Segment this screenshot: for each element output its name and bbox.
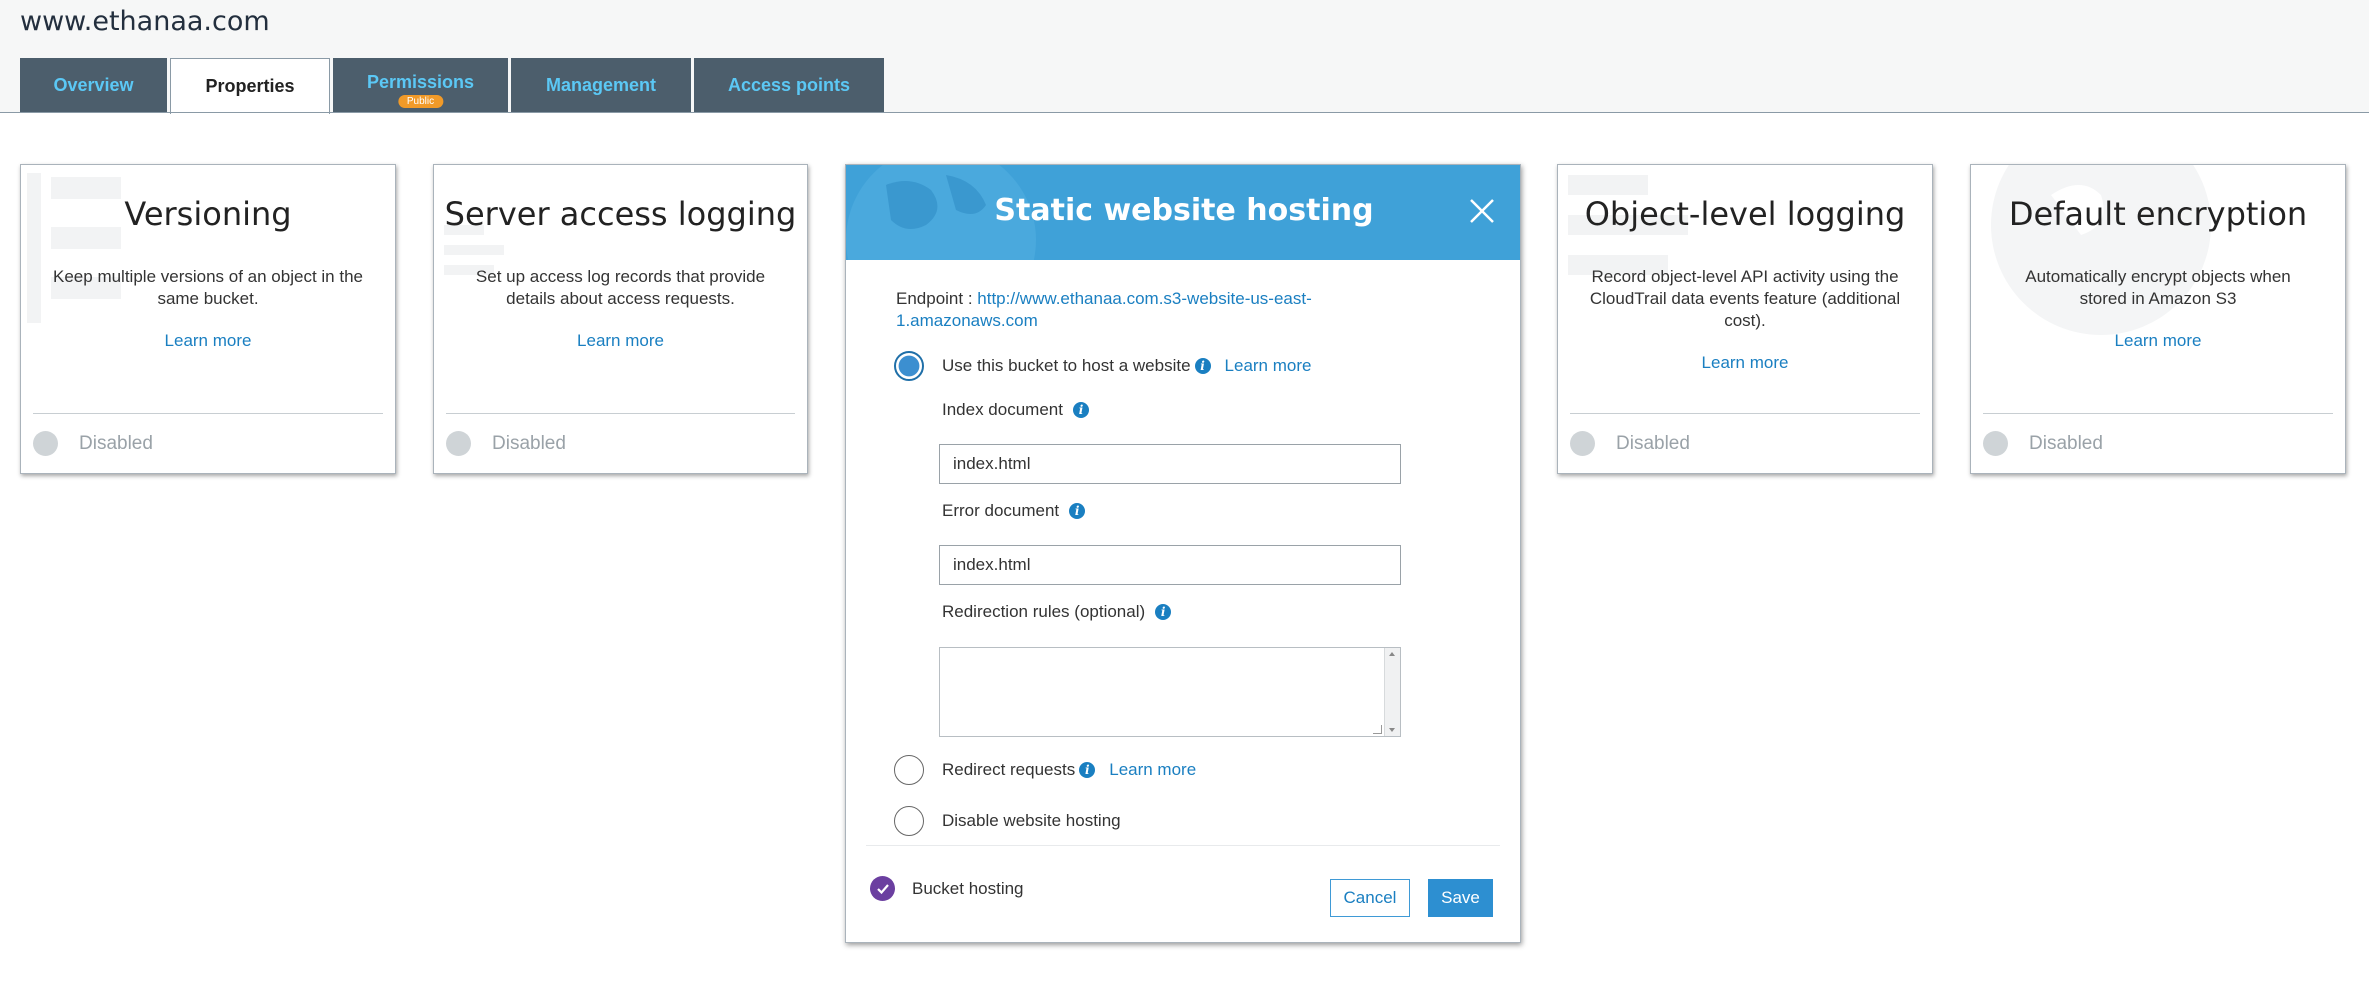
- error-document-label-text: Error document: [942, 501, 1060, 520]
- card-divider: [446, 413, 795, 414]
- cancel-button[interactable]: Cancel: [1330, 879, 1410, 917]
- tab-overview[interactable]: Overview: [20, 58, 167, 112]
- default-encryption-description: Automatically encrypt objects when store…: [2025, 267, 2291, 308]
- disable-hosting-radio[interactable]: [894, 806, 924, 836]
- host-website-label: Use this bucket to host a website: [942, 356, 1191, 375]
- tab-management[interactable]: Management: [511, 58, 691, 112]
- info-icon[interactable]: i: [1079, 762, 1096, 778]
- versioning-title: Versioning: [124, 195, 292, 233]
- public-badge: Public: [397, 95, 444, 108]
- tab-permissions[interactable]: Permissions Public: [333, 58, 508, 112]
- status-disabled-icon: [446, 431, 471, 456]
- versioning-status-label: Disabled: [79, 432, 153, 454]
- default-encryption-card[interactable]: Default encryption Automatically encrypt…: [1970, 164, 2346, 474]
- tab-properties-label: Properties: [205, 76, 295, 96]
- server-access-logging-status: Disabled: [446, 431, 566, 456]
- redirection-rules-textarea[interactable]: [939, 647, 1401, 737]
- index-document-label: Index document i: [942, 400, 1089, 420]
- resize-grip[interactable]: [1373, 725, 1382, 734]
- info-icon[interactable]: i: [1194, 358, 1211, 374]
- object-level-logging-status: Disabled: [1570, 431, 1690, 456]
- info-icon[interactable]: i: [1155, 604, 1172, 620]
- info-icon[interactable]: i: [1072, 402, 1089, 418]
- server-access-logging-description: Set up access log records that provide d…: [475, 267, 766, 308]
- tab-properties[interactable]: Properties: [170, 58, 330, 114]
- tab-bar: Overview Properties Permissions Public M…: [20, 58, 887, 114]
- check-icon: [870, 876, 895, 901]
- status-disabled-icon: [1570, 431, 1595, 456]
- object-level-logging-title: Object-level logging: [1584, 195, 1906, 233]
- object-level-logging-card[interactable]: Object-level logging Record object-level…: [1557, 164, 1933, 474]
- tab-management-label: Management: [545, 74, 657, 95]
- save-button[interactable]: Save: [1428, 879, 1493, 917]
- tab-permissions-label: Permissions: [366, 71, 475, 92]
- server-access-logging-title: Server access logging: [444, 195, 797, 233]
- card-divider: [1983, 413, 2333, 414]
- tab-access-points-label: Access points: [727, 74, 851, 95]
- redirect-requests-option[interactable]: Redirect requests i Learn more: [894, 755, 1196, 785]
- default-encryption-learn-more-link[interactable]: Learn more: [1971, 331, 2345, 351]
- server-access-logging-learn-more-link[interactable]: Learn more: [434, 331, 807, 351]
- index-document-label-text: Index document: [942, 400, 1063, 419]
- endpoint-label: Endpoint :: [896, 289, 978, 308]
- disable-hosting-label: Disable website hosting: [942, 811, 1121, 830]
- object-level-logging-status-label: Disabled: [1616, 432, 1690, 454]
- tab-access-points[interactable]: Access points: [694, 58, 884, 112]
- card-divider: [1570, 413, 1920, 414]
- close-icon[interactable]: [1468, 197, 1496, 225]
- scroll-up-icon[interactable]: [1389, 652, 1395, 656]
- disable-hosting-option[interactable]: Disable website hosting: [894, 806, 1121, 836]
- object-level-logging-learn-more-link[interactable]: Learn more: [1558, 353, 1932, 373]
- server-access-logging-status-label: Disabled: [492, 432, 566, 454]
- bucket-hosting-label: Bucket hosting: [912, 878, 1024, 898]
- versioning-learn-more-link[interactable]: Learn more: [21, 331, 395, 351]
- object-level-logging-description: Record object-level API activity using t…: [1589, 267, 1901, 330]
- versioning-watermark-icon: [27, 173, 121, 323]
- default-encryption-status: Disabled: [1983, 431, 2103, 456]
- bucket-hosting-status: Bucket hosting: [870, 876, 1024, 901]
- server-access-logging-card[interactable]: Server access logging Set up access log …: [433, 164, 808, 474]
- error-document-label: Error document i: [942, 501, 1086, 521]
- status-disabled-icon: [33, 431, 58, 456]
- card-divider: [33, 413, 383, 414]
- textarea-scrollbar[interactable]: [1384, 648, 1400, 736]
- redirection-rules-label: Redirection rules (optional) i: [942, 602, 1172, 622]
- host-website-radio[interactable]: [894, 351, 924, 381]
- error-document-input[interactable]: [939, 545, 1401, 585]
- tab-divider: [0, 112, 2369, 113]
- static-website-hosting-title: Static website hosting: [994, 193, 1374, 228]
- versioning-status: Disabled: [33, 431, 153, 456]
- tab-overview-label: Overview: [53, 74, 134, 95]
- bucket-name: www.ethanaa.com: [20, 6, 270, 37]
- default-encryption-status-label: Disabled: [2029, 432, 2103, 454]
- footer-divider: [866, 845, 1500, 846]
- status-disabled-icon: [1983, 431, 2008, 456]
- index-document-input[interactable]: [939, 444, 1401, 484]
- scroll-down-icon[interactable]: [1389, 728, 1395, 732]
- redirect-requests-radio[interactable]: [894, 755, 924, 785]
- static-website-hosting-panel: Static website hosting Endpoint : http:/…: [845, 164, 1521, 943]
- redirect-requests-learn-more-link[interactable]: Learn more: [1109, 760, 1196, 780]
- info-icon[interactable]: i: [1069, 503, 1086, 519]
- endpoint: Endpoint : http://www.ethanaa.com.s3-web…: [896, 288, 1366, 332]
- host-website-option[interactable]: Use this bucket to host a website i Lear…: [894, 351, 1311, 381]
- redirect-requests-label: Redirect requests: [942, 760, 1076, 779]
- redirection-rules-label-text: Redirection rules (optional): [942, 602, 1146, 621]
- server-logging-watermark-icon: [444, 225, 504, 275]
- versioning-description: Keep multiple versions of an object in t…: [53, 267, 363, 308]
- default-encryption-title: Default encryption: [2008, 195, 2308, 233]
- versioning-card[interactable]: Versioning Keep multiple versions of an …: [20, 164, 396, 474]
- host-website-learn-more-link[interactable]: Learn more: [1225, 356, 1312, 376]
- static-website-hosting-header: Static website hosting: [846, 165, 1520, 260]
